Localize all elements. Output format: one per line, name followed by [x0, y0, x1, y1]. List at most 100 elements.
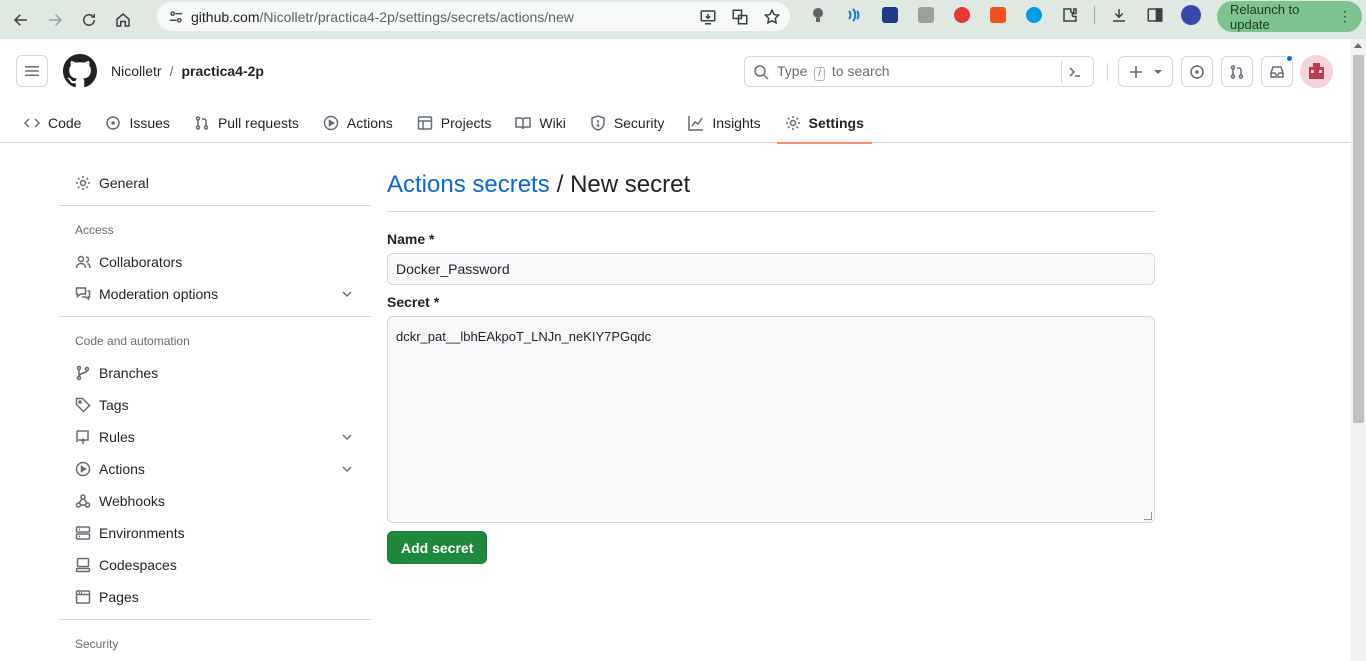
- new-secret-form: Actions secrets / New secret Name * Dock…: [387, 167, 1155, 564]
- resize-handle[interactable]: [1144, 512, 1152, 520]
- secret-value-field[interactable]: dckr_pat__lbhEAkpoT_LNJn_neKIY7PGqdc: [387, 316, 1155, 523]
- extension-cloud-icon[interactable]: [1020, 4, 1048, 26]
- sidebar-item-label: Rules: [99, 429, 135, 445]
- github-logo-icon[interactable]: [63, 54, 97, 88]
- sidebar-item-actions[interactable]: Actions: [59, 453, 371, 485]
- sidebar-item-rules[interactable]: Rules: [59, 421, 371, 453]
- book-icon: [515, 117, 532, 130]
- pull-requests-button[interactable]: [1221, 56, 1253, 87]
- translate-icon[interactable]: [728, 6, 752, 28]
- tab-label: Insights: [712, 115, 761, 131]
- home-icon: [116, 12, 130, 27]
- tab-security[interactable]: Security: [582, 103, 673, 143]
- scrollbar-thumb[interactable]: [1353, 55, 1364, 423]
- tab-label: Settings: [808, 115, 864, 131]
- sidebar-item-label: Webhooks: [99, 493, 165, 509]
- arrow-right-icon: [49, 13, 63, 26]
- github-header: Nicolletr / practica4-2p Type / to searc…: [0, 39, 1351, 144]
- sidebar-heading-access: Access: [75, 223, 114, 237]
- avatar-image-icon: [1300, 55, 1333, 88]
- browser-icon: [75, 590, 91, 604]
- tab-actions[interactable]: Actions: [315, 103, 401, 143]
- sidebar-item-environments[interactable]: Environments: [59, 517, 371, 549]
- search-placeholder: Type / to search: [777, 62, 890, 81]
- issues-button[interactable]: [1181, 56, 1213, 87]
- relaunch-button[interactable]: Relaunch to update ⋮: [1217, 1, 1362, 32]
- command-palette-button[interactable]: [1061, 61, 1087, 83]
- actions-secrets-link[interactable]: Actions secrets: [387, 171, 550, 199]
- sidebar-item-label: Moderation options: [99, 286, 219, 302]
- extension-wave-icon[interactable]: [840, 4, 868, 26]
- more-vertical-icon: ⋮: [1338, 8, 1352, 24]
- sidebar-item-general[interactable]: General: [59, 167, 371, 199]
- sidebar-item-tags[interactable]: Tags: [59, 389, 371, 421]
- sidebar-item-branches[interactable]: Branches: [59, 357, 371, 389]
- tag-icon: [75, 397, 91, 413]
- extension-lightbulb-icon[interactable]: [804, 4, 832, 26]
- tab-issues[interactable]: Issues: [97, 103, 177, 143]
- site-info-icon[interactable]: [161, 9, 191, 25]
- avatar[interactable]: [1300, 55, 1333, 88]
- address-bar[interactable]: github.com/Nicolletr/practica4-2p/settin…: [157, 2, 790, 31]
- play-icon: [75, 461, 91, 477]
- tab-label: Security: [613, 115, 665, 131]
- sidebar-item-webhooks[interactable]: Webhooks: [59, 485, 371, 517]
- tab-label: Pull requests: [217, 115, 299, 131]
- sidebar-item-label: Actions: [99, 461, 145, 477]
- code-icon: [24, 118, 40, 128]
- sidebar-item-moderation[interactable]: Moderation options: [59, 278, 371, 310]
- tab-settings[interactable]: Settings: [776, 103, 873, 144]
- sidebar-item-codespaces[interactable]: Codespaces: [59, 549, 371, 581]
- chevron-down-icon: [342, 466, 352, 473]
- settings-sidebar: General Access Collaborators Moderation …: [59, 167, 371, 660]
- menu-button[interactable]: [16, 55, 48, 87]
- downloads-icon[interactable]: [1105, 4, 1133, 26]
- extension-rocket-icon[interactable]: [984, 4, 1012, 26]
- git-pull-request-icon: [195, 116, 209, 130]
- sidebar-item-label: General: [99, 175, 149, 191]
- owner-link[interactable]: Nicolletr: [111, 63, 162, 79]
- caret-down-icon: [1153, 69, 1162, 74]
- profile-icon[interactable]: [1177, 4, 1205, 26]
- sidebar-item-pages[interactable]: Pages: [59, 581, 371, 613]
- reload-button[interactable]: [72, 5, 106, 35]
- hamburger-icon: [25, 66, 39, 76]
- forward-button[interactable]: [38, 5, 72, 35]
- secret-label: Secret *: [387, 294, 440, 310]
- secret-name-field[interactable]: Docker_Password: [387, 253, 1155, 285]
- sidebar-item-label: Branches: [99, 365, 159, 381]
- search-input[interactable]: Type / to search: [744, 56, 1094, 87]
- tab-label: Actions: [346, 115, 393, 131]
- gear-icon: [785, 116, 800, 130]
- bookmark-star-icon[interactable]: [760, 6, 784, 28]
- sidebar-item-label: Collaborators: [99, 254, 183, 270]
- install-app-icon[interactable]: [696, 6, 720, 28]
- tab-code[interactable]: Code: [16, 103, 89, 143]
- back-button[interactable]: [4, 5, 38, 35]
- sidebar-item-label: Environments: [99, 525, 185, 541]
- url-text: github.com/Nicolletr/practica4-2p/settin…: [191, 8, 574, 25]
- side-panel-icon[interactable]: [1141, 4, 1169, 26]
- repo-link[interactable]: practica4-2p: [181, 63, 263, 79]
- git-pull-request-icon: [1230, 64, 1244, 79]
- scroll-up-arrow-icon[interactable]: [1354, 43, 1362, 48]
- sidebar-item-collaborators[interactable]: Collaborators: [59, 246, 371, 278]
- extension-upload-icon[interactable]: [876, 4, 904, 26]
- tab-label: Code: [48, 115, 82, 131]
- create-new-button[interactable]: [1118, 56, 1173, 87]
- header-divider: [1107, 63, 1108, 81]
- add-secret-button[interactable]: Add secret: [387, 531, 488, 564]
- tab-insights[interactable]: Insights: [680, 103, 768, 143]
- tab-pull-requests[interactable]: Pull requests: [186, 103, 307, 143]
- sidebar-item-label: Tags: [99, 397, 129, 413]
- extension-gray-icon[interactable]: [912, 4, 940, 26]
- chevron-down-icon: [342, 434, 352, 441]
- sidebar-divider: [59, 316, 371, 317]
- extension-adblock-icon[interactable]: [948, 4, 976, 26]
- home-button[interactable]: [106, 5, 140, 35]
- tab-projects[interactable]: Projects: [409, 103, 500, 143]
- tab-label: Issues: [129, 115, 170, 131]
- tab-wiki[interactable]: Wiki: [507, 103, 573, 143]
- page-scrollbar[interactable]: [1351, 39, 1366, 661]
- extensions-puzzle-icon[interactable]: [1056, 4, 1084, 26]
